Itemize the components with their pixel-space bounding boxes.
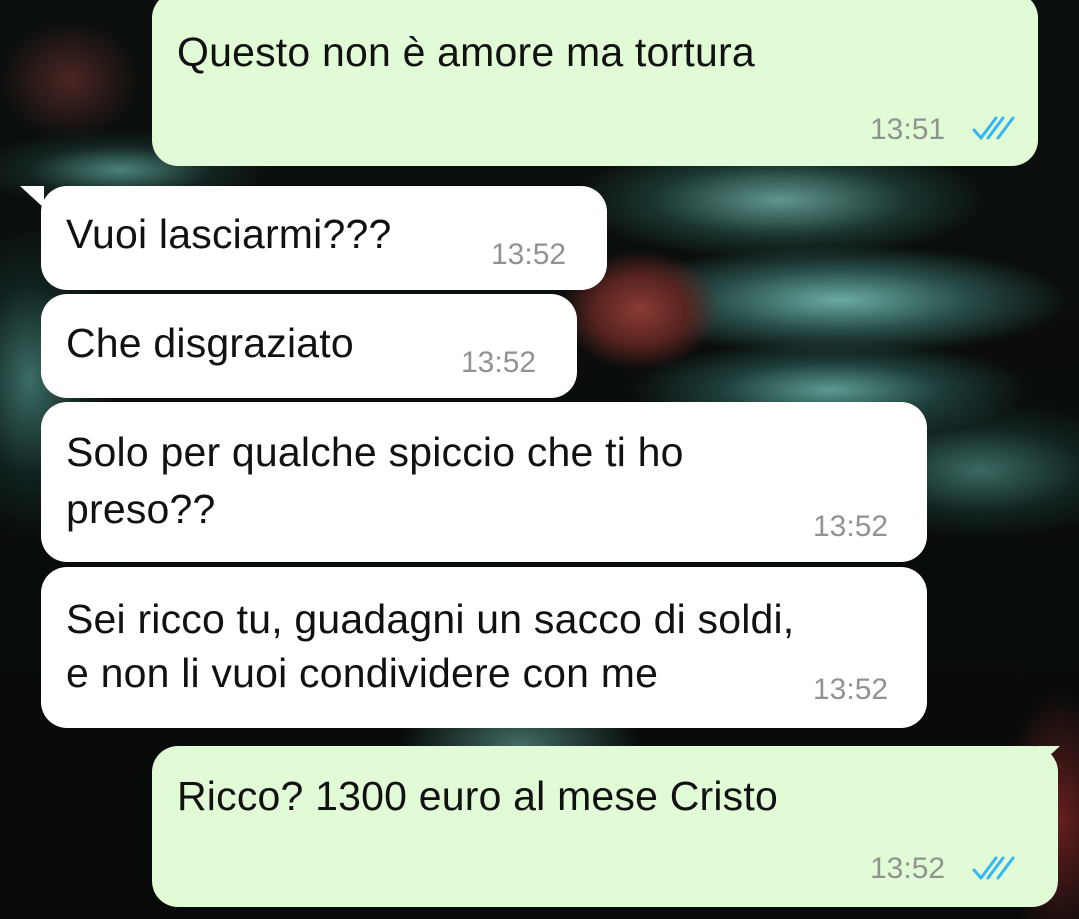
- incoming-message-bubble[interactable]: Vuoi lasciarmi??? 13:52: [41, 186, 607, 290]
- message-text: Questo non è amore ma tortura: [177, 29, 755, 75]
- message-text: Ricco? 1300 euro al mese Cristo: [177, 773, 778, 819]
- outgoing-message-bubble[interactable]: Ricco? 1300 euro al mese Cristo 13:52: [152, 746, 1058, 907]
- message-timestamp: 13:52: [870, 852, 946, 885]
- message-timestamp: 13:51: [870, 113, 946, 146]
- message-timestamp: 13:52: [491, 238, 567, 271]
- message-text: preso??: [66, 486, 216, 532]
- outgoing-message-bubble[interactable]: Questo non è amore ma tortura 13:51: [152, 0, 1038, 166]
- incoming-bubble-tail: [20, 186, 44, 208]
- message-text: Che disgraziato: [66, 320, 354, 366]
- message-text: Solo per qualche spiccio che ti ho: [66, 429, 684, 475]
- message-timestamp: 13:52: [813, 673, 889, 706]
- message-text: e non li vuoi condividere con me: [66, 650, 659, 696]
- message-text: Vuoi lasciarmi???: [66, 211, 392, 257]
- message-timestamp: 13:52: [813, 510, 889, 543]
- message-text: Sei ricco tu, guadagni un sacco di soldi…: [66, 596, 795, 642]
- double-check-icon: [972, 116, 1015, 140]
- incoming-message-bubble[interactable]: Che disgraziato 13:52: [41, 294, 577, 398]
- message-timestamp: 13:52: [461, 346, 537, 379]
- double-check-icon: [972, 856, 1015, 880]
- incoming-message-bubble[interactable]: Solo per qualche spiccio che ti ho preso…: [41, 402, 927, 562]
- incoming-message-bubble[interactable]: Sei ricco tu, guadagni un sacco di soldi…: [41, 567, 927, 728]
